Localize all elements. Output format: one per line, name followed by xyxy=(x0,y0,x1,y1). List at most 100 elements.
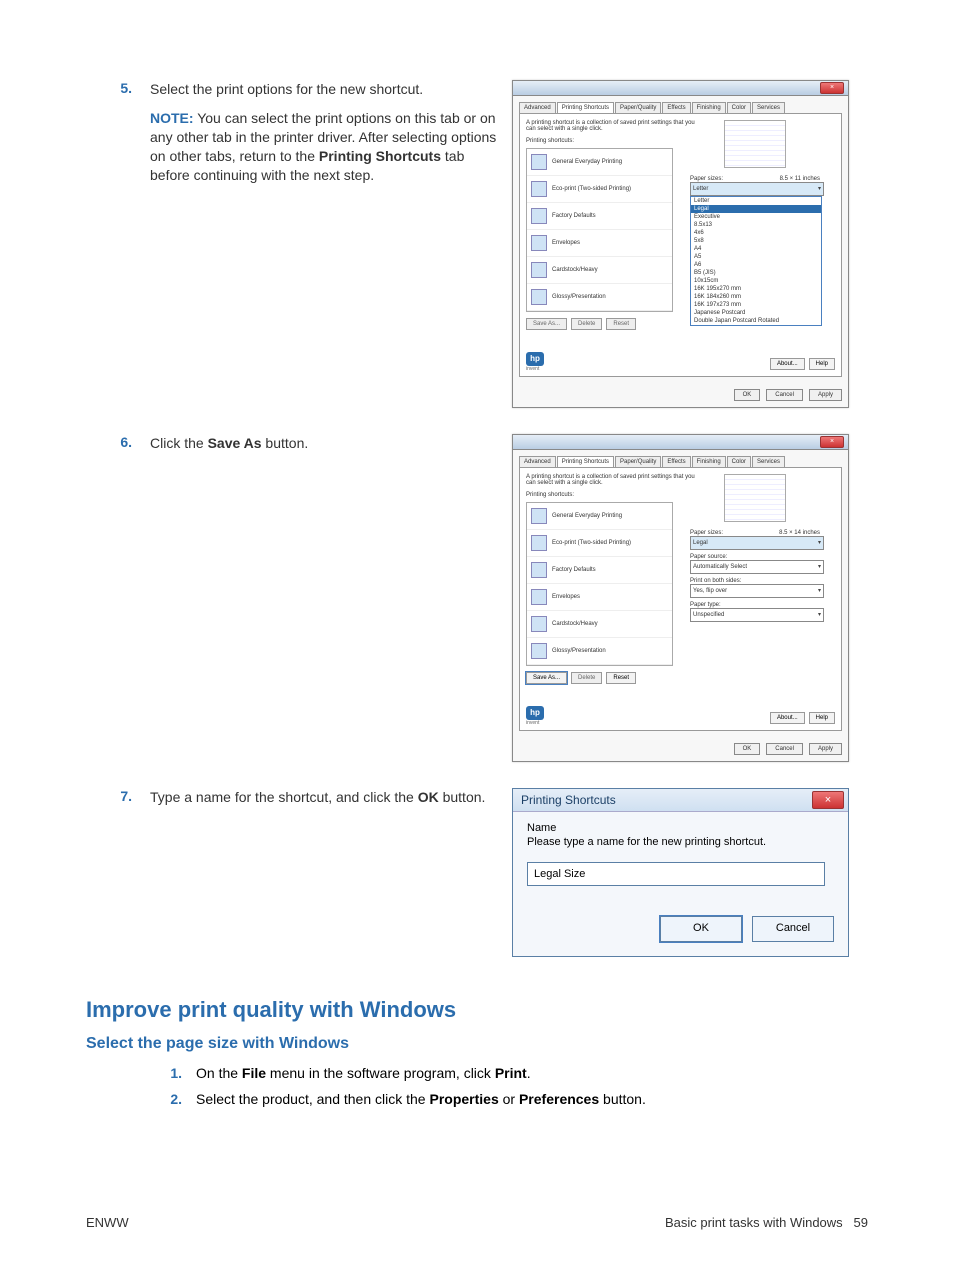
paper-size-combo[interactable]: Letter xyxy=(690,182,824,196)
ok-button[interactable]: OK xyxy=(660,916,742,942)
opt[interactable]: B5 (JIS) xyxy=(691,269,821,277)
opt[interactable]: Double Japan Postcard Rotated xyxy=(691,317,821,325)
list-item[interactable]: Cardstock/Heavy xyxy=(527,257,672,284)
invent-label: invent xyxy=(526,720,544,726)
shortcut-icon xyxy=(531,643,547,659)
opt[interactable]: A5 xyxy=(691,253,821,261)
tab-advanced[interactable]: Advanced xyxy=(519,102,556,113)
hp-logo-icon: hp xyxy=(526,706,544,720)
step-number: 7. xyxy=(86,788,150,804)
shortcut-icon xyxy=(531,208,547,224)
opt[interactable]: 10x15cm xyxy=(691,277,821,285)
shortcut-icon xyxy=(531,235,547,251)
opt[interactable]: Legal xyxy=(691,205,821,213)
both-sides-combo[interactable]: Yes, flip over xyxy=(690,584,824,598)
shortcut-icon xyxy=(531,181,547,197)
shortcut-name-input[interactable]: Legal Size xyxy=(527,862,825,886)
tab-printing-shortcuts[interactable]: Printing Shortcuts xyxy=(557,102,614,113)
close-icon[interactable]: × xyxy=(820,436,844,448)
hp-logo-icon: hp xyxy=(526,352,544,366)
step-7: 7. Type a name for the shortcut, and cli… xyxy=(86,788,868,957)
tab-color[interactable]: Color xyxy=(727,456,751,467)
desc: A printing shortcut is a collection of s… xyxy=(526,120,706,132)
paper-type-combo[interactable]: Unspecified xyxy=(690,608,824,622)
ok-button[interactable]: OK xyxy=(734,389,761,401)
tab-color[interactable]: Color xyxy=(727,102,751,113)
page-preview xyxy=(724,120,786,168)
list-item[interactable]: Factory Defaults xyxy=(527,557,672,584)
tab-advanced[interactable]: Advanced xyxy=(519,456,556,467)
tab-effects[interactable]: Effects xyxy=(662,456,690,467)
list-item[interactable]: Cardstock/Heavy xyxy=(527,611,672,638)
driver-dialog-1: × Advanced Printing Shortcuts Paper/Qual… xyxy=(512,80,849,408)
step-6: 6. Click the Save As button. × Advanced … xyxy=(86,434,868,762)
titlebar: × xyxy=(513,435,848,450)
paper-source-combo[interactable]: Automatically Select xyxy=(690,560,824,574)
paper-size-dropdown[interactable]: Letter Legal Executive 8.5x13 4x6 5x8 A4… xyxy=(690,196,822,326)
opt[interactable]: 4x6 xyxy=(691,229,821,237)
apply-button[interactable]: Apply xyxy=(809,743,842,755)
subsection-heading: Select the page size with Windows xyxy=(86,1035,868,1053)
tab-printing-shortcuts[interactable]: Printing Shortcuts xyxy=(557,456,614,467)
tabs: Advanced Printing Shortcuts Paper/Qualit… xyxy=(519,102,842,113)
ok-button[interactable]: OK xyxy=(734,743,761,755)
list-item[interactable]: Eco-print (Two-sided Printing) xyxy=(527,176,672,203)
list-item[interactable]: Envelopes xyxy=(527,230,672,257)
reset-button[interactable]: Reset xyxy=(606,318,636,330)
shortcut-icon xyxy=(531,262,547,278)
tabs: Advanced Printing Shortcuts Paper/Qualit… xyxy=(519,456,842,467)
step-text: Click the Save As button. xyxy=(150,434,500,453)
list-item[interactable]: Factory Defaults xyxy=(527,203,672,230)
help-button[interactable]: Help xyxy=(809,358,835,370)
shortcut-icon xyxy=(531,535,547,551)
about-button[interactable]: About... xyxy=(770,358,805,370)
delete-button[interactable]: Delete xyxy=(571,672,602,684)
opt[interactable]: Executive xyxy=(691,213,821,221)
list-item[interactable]: Envelopes xyxy=(527,584,672,611)
apply-button[interactable]: Apply xyxy=(809,389,842,401)
opt[interactable]: 16K 197x273 mm xyxy=(691,301,821,309)
tab-finishing[interactable]: Finishing xyxy=(692,456,726,467)
list-item[interactable]: Glossy/Presentation xyxy=(527,284,672,311)
list-item[interactable]: Glossy/Presentation xyxy=(527,638,672,665)
about-button[interactable]: About... xyxy=(770,712,805,724)
tab-paper-quality[interactable]: Paper/Quality xyxy=(615,456,661,467)
list-item[interactable]: Eco-print (Two-sided Printing) xyxy=(527,530,672,557)
opt[interactable]: Japanese Postcard xyxy=(691,309,821,317)
shortcut-icon xyxy=(531,289,547,305)
tab-effects[interactable]: Effects xyxy=(662,102,690,113)
opt[interactable]: 8.5x13 xyxy=(691,221,821,229)
cancel-button[interactable]: Cancel xyxy=(766,389,803,401)
tab-finishing[interactable]: Finishing xyxy=(692,102,726,113)
save-dialog: Printing Shortcuts × Name Please type a … xyxy=(512,788,849,957)
delete-button[interactable]: Delete xyxy=(571,318,602,330)
close-icon[interactable]: × xyxy=(812,791,844,809)
page-preview xyxy=(724,474,786,522)
save-as-button[interactable]: Save As... xyxy=(526,672,567,684)
tab-services[interactable]: Services xyxy=(752,102,785,113)
step-text: Select the print options for the new sho… xyxy=(150,80,500,184)
reset-button[interactable]: Reset xyxy=(606,672,636,684)
shortcut-list[interactable]: General Everyday Printing Eco-print (Two… xyxy=(526,502,673,666)
opt[interactable]: A4 xyxy=(691,245,821,253)
step-5: 5. Select the print options for the new … xyxy=(86,80,868,408)
tab-paper-quality[interactable]: Paper/Quality xyxy=(615,102,661,113)
opt[interactable]: A6 xyxy=(691,261,821,269)
opt[interactable]: 16K 184x260 mm xyxy=(691,293,821,301)
opt[interactable]: Letter xyxy=(691,197,821,205)
opt[interactable]: 16K 195x270 mm xyxy=(691,285,821,293)
save-as-button[interactable]: Save As... xyxy=(526,318,567,330)
close-icon[interactable]: × xyxy=(820,82,844,94)
shortcut-list[interactable]: General Everyday Printing Eco-print (Two… xyxy=(526,148,673,312)
list-item[interactable]: General Everyday Printing xyxy=(527,503,672,530)
name-label: Name xyxy=(527,822,834,834)
cancel-button[interactable]: Cancel xyxy=(766,743,803,755)
list-item[interactable]: General Everyday Printing xyxy=(527,149,672,176)
paper-size-combo[interactable]: Legal xyxy=(690,536,824,550)
help-button[interactable]: Help xyxy=(809,712,835,724)
step-text: On the File menu in the software program… xyxy=(196,1065,531,1081)
tab-services[interactable]: Services xyxy=(752,456,785,467)
cancel-button[interactable]: Cancel xyxy=(752,916,834,942)
substep-1: 1. On the File menu in the software prog… xyxy=(156,1065,868,1081)
opt[interactable]: 5x8 xyxy=(691,237,821,245)
